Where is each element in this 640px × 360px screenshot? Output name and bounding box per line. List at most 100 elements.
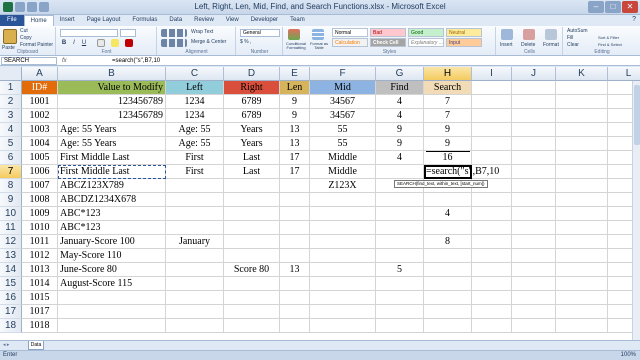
cell-b17[interactable] (58, 305, 166, 319)
wrap-text-button[interactable]: Wrap Text (191, 29, 213, 35)
cell-f13[interactable] (310, 249, 376, 263)
cell-h18[interactable] (424, 319, 472, 333)
tab-file[interactable]: File (0, 15, 24, 26)
style-good[interactable]: Good (408, 28, 444, 37)
font-color-icon[interactable] (125, 39, 133, 47)
cell-k2[interactable] (556, 95, 608, 109)
row-header-12[interactable]: 12 (0, 235, 22, 249)
cell-f4[interactable]: 55 (310, 123, 376, 137)
cell-f12[interactable] (310, 235, 376, 249)
cell-h1[interactable]: Search (424, 81, 472, 95)
cell-e18[interactable] (280, 319, 310, 333)
cell-h6[interactable]: 16 (424, 151, 472, 165)
cell-e13[interactable] (280, 249, 310, 263)
cell-j17[interactable] (512, 305, 556, 319)
insert-cells-icon[interactable] (501, 29, 513, 40)
cell-d11[interactable] (224, 221, 280, 235)
cell-f11[interactable] (310, 221, 376, 235)
delete-cells-icon[interactable] (523, 29, 535, 40)
cell-i11[interactable] (472, 221, 512, 235)
cell-a5[interactable]: 1004 (22, 137, 58, 151)
cell-i9[interactable] (472, 193, 512, 207)
cell-h10[interactable]: 4 (424, 207, 472, 221)
tab-formulas[interactable]: Formulas (126, 15, 163, 26)
font-size-select[interactable] (120, 29, 136, 37)
cell-f8[interactable]: Z123X (310, 179, 376, 193)
cell-j12[interactable] (512, 235, 556, 249)
cell-j16[interactable] (512, 291, 556, 305)
font-name-select[interactable] (60, 29, 118, 37)
sheet-tab-data[interactable]: Data (28, 341, 44, 350)
cell-j18[interactable] (512, 319, 556, 333)
merge-center-button[interactable]: Merge & Center (191, 39, 226, 45)
minimize-button[interactable]: – (588, 1, 604, 13)
cell-d3[interactable]: 6789 (224, 109, 280, 123)
cell-a13[interactable]: 1012 (22, 249, 58, 263)
cell-d16[interactable] (224, 291, 280, 305)
cell-k1[interactable] (556, 81, 608, 95)
cell-j3[interactable] (512, 109, 556, 123)
cell-a9[interactable]: 1008 (22, 193, 58, 207)
fill-color-icon[interactable] (111, 39, 119, 47)
formula-input[interactable]: =search("s",B7,10 (112, 56, 160, 66)
cell-c16[interactable] (166, 291, 224, 305)
insert-function-icon[interactable]: fx (62, 56, 67, 66)
cell-e8[interactable] (280, 179, 310, 193)
style-input[interactable]: Input (446, 38, 482, 47)
cell-k5[interactable] (556, 137, 608, 151)
cell-d4[interactable]: Years (224, 123, 280, 137)
format-cells-icon[interactable] (545, 29, 557, 40)
cell-b7[interactable]: First Middle Last (58, 165, 166, 179)
italic-button[interactable]: I (70, 39, 78, 47)
cell-j15[interactable] (512, 277, 556, 291)
cell-h12[interactable]: 8 (424, 235, 472, 249)
cell-j6[interactable] (512, 151, 556, 165)
cell-d10[interactable] (224, 207, 280, 221)
cell-b10[interactable]: ABC*123 (58, 207, 166, 221)
cell-b1[interactable]: Value to Modify (58, 81, 166, 95)
cell-h16[interactable] (424, 291, 472, 305)
cell-g7[interactable] (376, 165, 424, 179)
cell-b9[interactable]: ABCDZ1234X678 (58, 193, 166, 207)
cell-g17[interactable] (376, 305, 424, 319)
cell-b4[interactable]: Age: 55 Years (58, 123, 166, 137)
cell-h3[interactable]: 7 (424, 109, 472, 123)
style-check-cell[interactable]: Check Cell (370, 38, 406, 47)
cell-g14[interactable]: 5 (376, 263, 424, 277)
cell-f10[interactable] (310, 207, 376, 221)
cell-g9[interactable] (376, 193, 424, 207)
column-header-h[interactable]: H (424, 67, 472, 81)
sheet-nav-arrows[interactable]: ◂ ▸ (3, 342, 9, 348)
cell-i10[interactable] (472, 207, 512, 221)
autosum-button[interactable]: AutoSum (567, 28, 588, 34)
cell-b8[interactable]: ABCZ123X789 (58, 179, 166, 193)
cell-e16[interactable] (280, 291, 310, 305)
cell-e11[interactable] (280, 221, 310, 235)
cell-a18[interactable]: 1018 (22, 319, 58, 333)
cell-a11[interactable]: 1010 (22, 221, 58, 235)
cell-e10[interactable] (280, 207, 310, 221)
cell-h4[interactable]: 9 (424, 123, 472, 137)
cell-c7[interactable]: First (166, 165, 224, 179)
row-header-7[interactable]: 7 (0, 165, 22, 179)
cell-b15[interactable]: August-Score 115 (58, 277, 166, 291)
cell-i18[interactable] (472, 319, 512, 333)
row-header-11[interactable]: 11 (0, 221, 22, 235)
cell-k14[interactable] (556, 263, 608, 277)
cell-c4[interactable]: Age: 55 (166, 123, 224, 137)
copy-button[interactable]: Copy (20, 35, 32, 41)
cell-j11[interactable] (512, 221, 556, 235)
clear-button[interactable]: Clear (567, 42, 579, 48)
cell-j14[interactable] (512, 263, 556, 277)
row-header-4[interactable]: 4 (0, 123, 22, 137)
cell-d1[interactable]: Right (224, 81, 280, 95)
cell-i13[interactable] (472, 249, 512, 263)
cell-c1[interactable]: Left (166, 81, 224, 95)
zoom-level[interactable]: 100% (621, 352, 636, 358)
cell-f3[interactable]: 34567 (310, 109, 376, 123)
cell-b11[interactable]: ABC*123 (58, 221, 166, 235)
cell-j2[interactable] (512, 95, 556, 109)
borders-icon[interactable] (97, 39, 105, 47)
cell-k15[interactable] (556, 277, 608, 291)
cell-c15[interactable] (166, 277, 224, 291)
